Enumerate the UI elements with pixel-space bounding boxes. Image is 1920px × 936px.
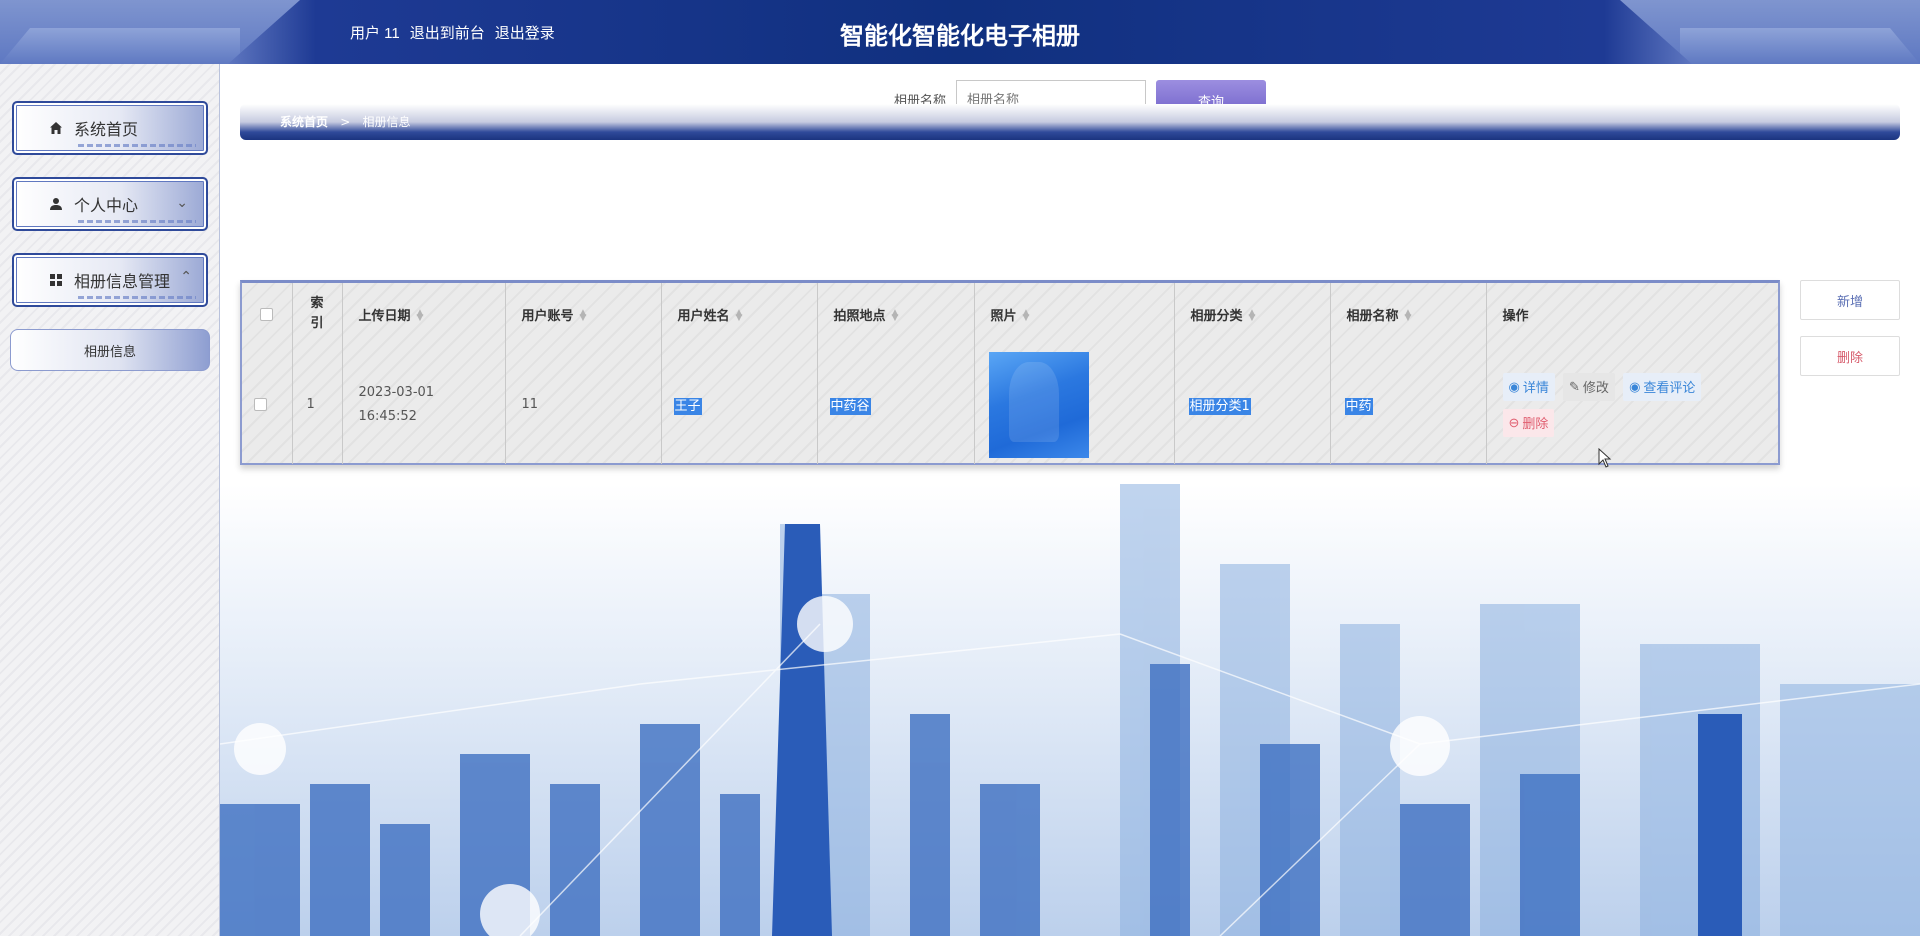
- decorative-dash: [78, 144, 196, 147]
- cell-text: 中药谷: [829, 398, 871, 415]
- button-label: 删除: [1522, 416, 1549, 431]
- breadcrumb-current: 相册信息: [362, 115, 411, 129]
- column-header-label: 用户姓名: [677, 308, 730, 324]
- edit-icon: ✎: [1569, 378, 1580, 394]
- column-header-actions: 操作: [1486, 283, 1778, 345]
- batch-delete-button[interactable]: 删除: [1800, 336, 1900, 376]
- select-all-checkbox[interactable]: [260, 307, 273, 321]
- cell-text: 2023-03-01 16:45:52: [358, 384, 435, 424]
- decorative-dash: [78, 220, 196, 223]
- home-icon: [46, 121, 66, 135]
- mouse-cursor-icon: [1598, 448, 1612, 468]
- column-header-upload-date[interactable]: 上传日期 ▲ ▼: [342, 283, 506, 345]
- table-row: 1 2023-03-01 16:45:52 11 王子 中药谷 相册分类1 中药…: [242, 345, 1778, 464]
- table-header-row: 索引 上传日期 ▲ ▼ 用户账号 ▲ ▼ 用户姓名 ▲ ▼ 拍照地点 ▲ ▼ 照…: [242, 283, 1778, 345]
- sidebar-item-album-management[interactable]: 相册信息管理 ⌃: [12, 253, 208, 307]
- column-header-location[interactable]: 拍照地点 ▲ ▼: [817, 283, 975, 345]
- row-delete-button[interactable]: ⊖ 删除: [1502, 408, 1555, 437]
- add-button[interactable]: 新增: [1800, 280, 1900, 320]
- sidebar-item-label: 相册信息管理: [74, 272, 171, 291]
- sort-icon[interactable]: ▲ ▼: [417, 309, 424, 323]
- column-header-label: 上传日期: [358, 308, 411, 324]
- sort-icon[interactable]: ▲ ▼: [1249, 309, 1256, 323]
- column-header-photo[interactable]: 照片 ▲ ▼: [974, 283, 1175, 345]
- column-header-user-account[interactable]: 用户账号 ▲ ▼: [505, 283, 662, 345]
- column-header-label: 用户账号: [521, 308, 574, 324]
- edit-button[interactable]: ✎ 修改: [1563, 372, 1615, 401]
- row-checkbox[interactable]: [254, 398, 267, 411]
- cell-text: 王子: [673, 398, 702, 415]
- chevron-down-icon: ⌄: [176, 195, 188, 211]
- sidebar-item-home[interactable]: 系统首页: [12, 101, 208, 155]
- user-icon: [46, 197, 66, 211]
- column-header-user-name[interactable]: 用户姓名 ▲ ▼: [661, 283, 818, 345]
- cell-category: 相册分类1: [1174, 345, 1331, 464]
- eye-icon: ◉: [1508, 378, 1520, 394]
- column-header-album-name[interactable]: 相册名称 ▲ ▼: [1330, 283, 1487, 345]
- chevron-up-icon: ⌃: [180, 269, 192, 285]
- column-header-label: 相册分类: [1190, 308, 1243, 324]
- decorative-dash: [78, 296, 196, 299]
- delete-circle-icon: ⊖: [1508, 414, 1520, 430]
- cell-text: 相册分类1: [1188, 398, 1251, 415]
- sidebar-item-label: 个人中心: [74, 196, 139, 215]
- breadcrumb-separator: >: [340, 115, 351, 129]
- column-header-label: 索引: [310, 296, 324, 331]
- sort-icon[interactable]: ▲ ▼: [1023, 309, 1030, 323]
- column-header-index: 索引: [292, 283, 343, 345]
- select-all-header[interactable]: [242, 283, 293, 345]
- grid-icon: [46, 273, 66, 287]
- cell-location: 中药谷: [817, 345, 975, 464]
- cell-actions: ◉ 详情 ✎ 修改 ◉ 查看评论 ⊖ 删除: [1486, 345, 1778, 464]
- eye-icon: ◉: [1629, 378, 1641, 394]
- button-label: 详情: [1522, 380, 1549, 395]
- sidebar-subitem-album-info[interactable]: 相册信息: [10, 329, 210, 371]
- album-photo-thumbnail[interactable]: [988, 351, 1089, 458]
- detail-button[interactable]: ◉ 详情: [1502, 372, 1555, 401]
- sort-icon[interactable]: ▲ ▼: [892, 309, 899, 323]
- button-label: 查看评论: [1643, 380, 1696, 395]
- album-table: 索引 上传日期 ▲ ▼ 用户账号 ▲ ▼ 用户姓名 ▲ ▼ 拍照地点 ▲ ▼ 照…: [240, 280, 1780, 465]
- view-comments-button[interactable]: ◉ 查看评论: [1623, 372, 1702, 401]
- column-header-label: 照片: [990, 308, 1017, 324]
- cell-user-name: 王子: [661, 345, 818, 464]
- cell-text: 中药: [1344, 398, 1373, 415]
- cell-upload-date: 2023-03-01 16:45:52: [342, 345, 506, 464]
- breadcrumb: 系统首页 > 相册信息: [280, 113, 410, 130]
- cell-album-name: 中药: [1330, 345, 1487, 464]
- row-select-cell[interactable]: [242, 345, 293, 464]
- breadcrumb-bar: 系统首页 > 相册信息: [240, 104, 1900, 140]
- sidebar-item-label: 系统首页: [74, 120, 139, 139]
- sort-icon[interactable]: ▲ ▼: [1405, 309, 1412, 323]
- sidebar: 系统首页 个人中心 ⌄ 相册信息管理 ⌃ 相册信息: [0, 64, 220, 936]
- city-skyline-image: [220, 484, 1920, 936]
- cell-index: 1: [292, 345, 343, 464]
- sort-icon[interactable]: ▲ ▼: [736, 309, 743, 323]
- sort-icon[interactable]: ▲ ▼: [580, 309, 587, 323]
- column-header-label: 拍照地点: [833, 308, 886, 324]
- main-content: 相册名称 查询 系统首页 > 相册信息 索引 上传日期▲▼: [220, 64, 1920, 936]
- breadcrumb-home-link[interactable]: 系统首页: [280, 115, 328, 129]
- top-header: 用户 11 退出到前台 退出登录 智能化智能化电子相册: [0, 0, 1920, 64]
- column-header-label: 操作: [1502, 308, 1529, 324]
- cell-user-account: 11: [505, 345, 662, 464]
- sidebar-item-personal-center[interactable]: 个人中心 ⌄: [12, 177, 208, 231]
- app-title: 智能化智能化电子相册: [840, 23, 1080, 50]
- city-background: [220, 484, 1920, 936]
- column-header-category[interactable]: 相册分类 ▲ ▼: [1174, 283, 1331, 345]
- button-label: 修改: [1582, 380, 1609, 395]
- cell-photo: [974, 345, 1175, 464]
- column-header-label: 相册名称: [1346, 308, 1399, 324]
